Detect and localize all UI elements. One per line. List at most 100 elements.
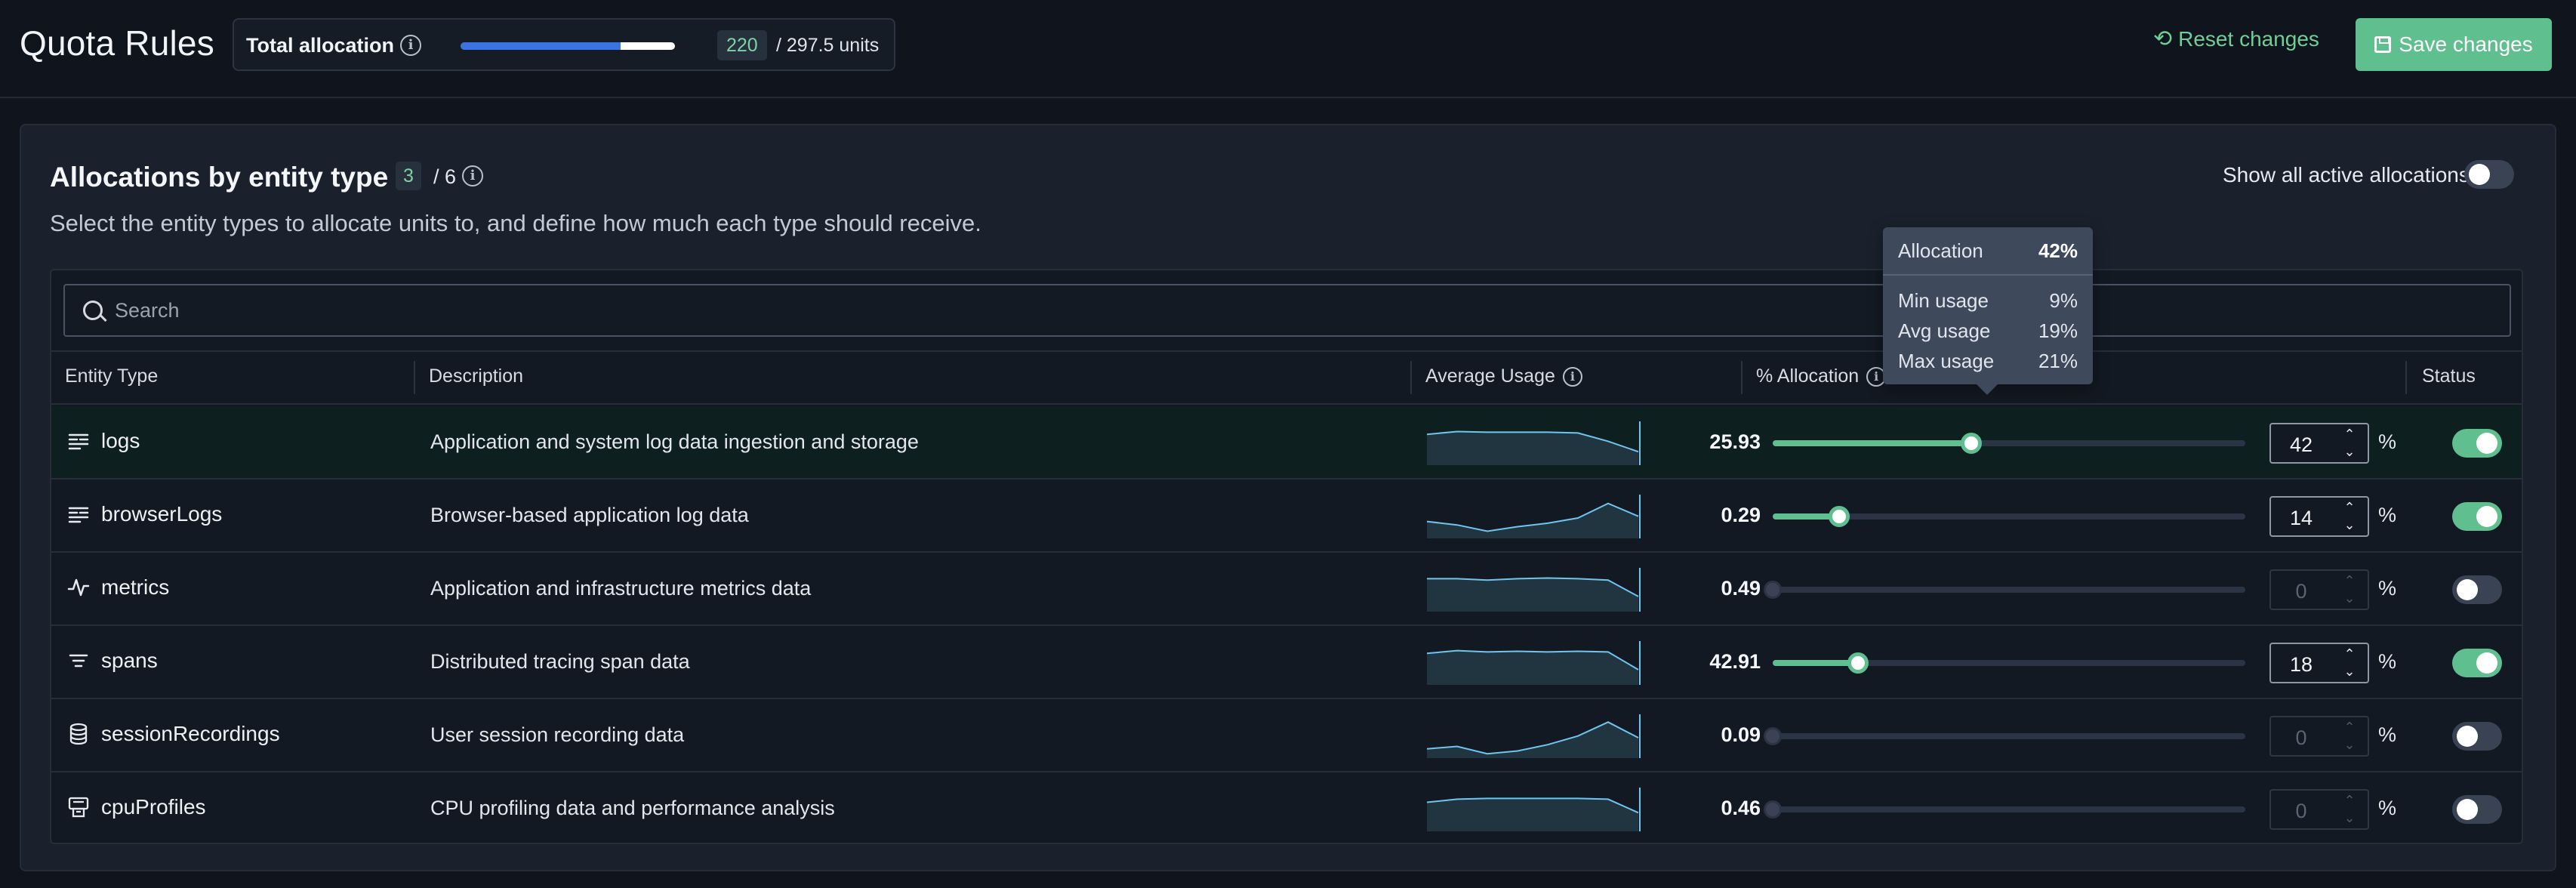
entity-type-cell: sessionRecordings	[66, 722, 280, 746]
status-toggle[interactable]	[2452, 795, 2502, 824]
save-changes-button[interactable]: Save changes	[2356, 18, 2552, 71]
status-toggle[interactable]	[2452, 722, 2502, 751]
allocation-input[interactable]: 14	[2271, 507, 2331, 530]
chevron-down-icon[interactable]: ⌄	[2337, 663, 2362, 680]
database-icon	[66, 722, 91, 746]
chevron-up-icon[interactable]: ⌃	[2337, 719, 2362, 735]
status-toggle[interactable]	[2452, 575, 2502, 604]
chevron-up-icon[interactable]: ⌃	[2337, 572, 2362, 589]
top-bar: Quota Rules Total allocation i 220 / 297…	[0, 0, 2576, 98]
column-resize-handle[interactable]	[2405, 361, 2407, 394]
allocation-input[interactable]: 42	[2271, 433, 2331, 457]
entity-name: spans	[101, 649, 158, 672]
toggle-knob	[2457, 799, 2478, 820]
page-title: Quota Rules	[20, 23, 214, 63]
percent-sign: %	[2378, 723, 2397, 746]
info-icon[interactable]: i	[1562, 366, 1582, 387]
average-usage-value: 0.09	[1721, 723, 1761, 746]
allocation-stepper[interactable]: 0 ⌃ ⌄	[2269, 789, 2369, 830]
align-center-icon	[66, 649, 91, 673]
chevron-up-icon[interactable]: ⌃	[2337, 499, 2362, 516]
chevron-down-icon[interactable]: ⌄	[2337, 516, 2362, 533]
toggle-knob	[2476, 652, 2497, 674]
allocation-slider[interactable]	[1773, 433, 2245, 454]
allocation-stepper[interactable]: 14 ⌃ ⌄	[2269, 496, 2369, 537]
allocation-input[interactable]: 18	[2271, 653, 2331, 677]
average-usage-value: 0.49	[1721, 577, 1761, 600]
column-resize-handle[interactable]	[1410, 361, 1412, 394]
chevron-up-icon[interactable]: ⌃	[2337, 426, 2362, 442]
chevron-down-icon[interactable]: ⌄	[2337, 590, 2362, 606]
info-icon[interactable]: i	[462, 165, 483, 187]
status-toggle[interactable]	[2452, 429, 2502, 458]
allocation-stepper[interactable]: 42 ⌃ ⌄	[2269, 423, 2369, 464]
table-row[interactable]: sessionRecordings User session recording…	[51, 699, 2522, 772]
table-row[interactable]: spans Distributed tracing span data 42.9…	[51, 626, 2522, 699]
column-header-description[interactable]: Description	[429, 365, 523, 387]
allocation-slider-thumb[interactable]	[1828, 506, 1850, 527]
allocation-slider[interactable]	[1773, 506, 2245, 527]
table-row[interactable]: cpuProfiles CPU profiling data and perfo…	[51, 772, 2522, 843]
column-resize-handle[interactable]	[414, 361, 415, 394]
allocation-slider[interactable]	[1764, 727, 2245, 745]
percent-sign: %	[2378, 650, 2397, 673]
sparkline-area	[1427, 722, 1638, 758]
list-lines-icon	[66, 429, 91, 453]
table-row[interactable]: metrics Application and infrastructure m…	[51, 553, 2522, 626]
usage-sparkline	[1427, 421, 1641, 465]
reset-changes-button[interactable]: ⟲ Reset changes	[2153, 27, 2319, 51]
column-header-entity-type[interactable]: Entity Type	[65, 365, 158, 387]
allocated-units-badge: 220	[717, 30, 767, 60]
usage-sparkline	[1427, 568, 1641, 612]
chevron-down-icon[interactable]: ⌄	[2337, 809, 2362, 826]
entity-name: sessionRecordings	[101, 722, 280, 745]
column-header-average-usage[interactable]: Average Usage i	[1425, 365, 1582, 387]
list-lines-icon	[66, 502, 91, 526]
status-toggle[interactable]	[2452, 502, 2502, 531]
sparkline-area	[1427, 650, 1638, 685]
info-icon[interactable]: i	[400, 35, 421, 56]
tooltip-label: Max usage	[1898, 350, 1995, 372]
search-input[interactable]	[115, 293, 2493, 328]
usage-sparkline	[1427, 495, 1641, 538]
allocation-input[interactable]: 0	[2271, 800, 2331, 823]
allocation-slider-fill	[1773, 440, 1971, 446]
toggle-knob	[2457, 579, 2478, 600]
allocation-input[interactable]: 0	[2271, 580, 2331, 603]
percent-sign: %	[2378, 577, 2397, 600]
save-changes-label: Save changes	[2399, 32, 2533, 56]
status-toggle[interactable]	[2452, 649, 2502, 677]
allocation-input[interactable]: 0	[2271, 726, 2331, 750]
allocation-slider-thumb[interactable]	[1764, 727, 1782, 745]
allocation-slider[interactable]	[1773, 652, 2245, 674]
column-resize-handle[interactable]	[1741, 361, 1742, 394]
chevron-down-icon[interactable]: ⌄	[2337, 736, 2362, 753]
allocation-slider[interactable]	[1764, 800, 2245, 819]
allocation-slider-thumb[interactable]	[1960, 433, 1982, 454]
table-row[interactable]: logs Application and system log data ing…	[51, 406, 2522, 479]
search-icon	[83, 301, 103, 320]
sparkline-area	[1427, 798, 1638, 831]
allocation-stepper[interactable]: 0 ⌃ ⌄	[2269, 569, 2369, 610]
table-row[interactable]: browserLogs Browser-based application lo…	[51, 479, 2522, 553]
column-header-allocation[interactable]: % Allocation i	[1756, 365, 1887, 387]
tooltip-value: 21%	[2038, 350, 2078, 372]
allocation-slider-thumb[interactable]	[1764, 581, 1782, 599]
column-header-status[interactable]: Status	[2422, 365, 2476, 387]
chevron-up-icon[interactable]: ⌃	[2337, 646, 2362, 662]
average-usage-value: 0.46	[1721, 797, 1761, 819]
allocation-slider[interactable]	[1764, 581, 2245, 599]
total-allocation-summary: Total allocation i 220 / 297.5 units	[233, 18, 895, 71]
chevron-up-icon[interactable]: ⌃	[2337, 792, 2362, 809]
section-title: Allocations by entity type	[50, 162, 389, 193]
allocation-stepper[interactable]: 18 ⌃ ⌄	[2269, 643, 2369, 683]
show-all-toggle[interactable]	[2464, 160, 2514, 189]
allocation-slider-thumb[interactable]	[1847, 652, 1869, 674]
column-header-label: Entity Type	[65, 365, 159, 387]
allocation-stepper[interactable]: 0 ⌃ ⌄	[2269, 716, 2369, 757]
chevron-down-icon[interactable]: ⌄	[2337, 443, 2362, 460]
toggle-knob	[2476, 433, 2497, 454]
tooltip-value: 9%	[2049, 289, 2078, 312]
tooltip-value: 19%	[2038, 319, 2078, 342]
allocation-slider-thumb[interactable]	[1764, 800, 1782, 819]
